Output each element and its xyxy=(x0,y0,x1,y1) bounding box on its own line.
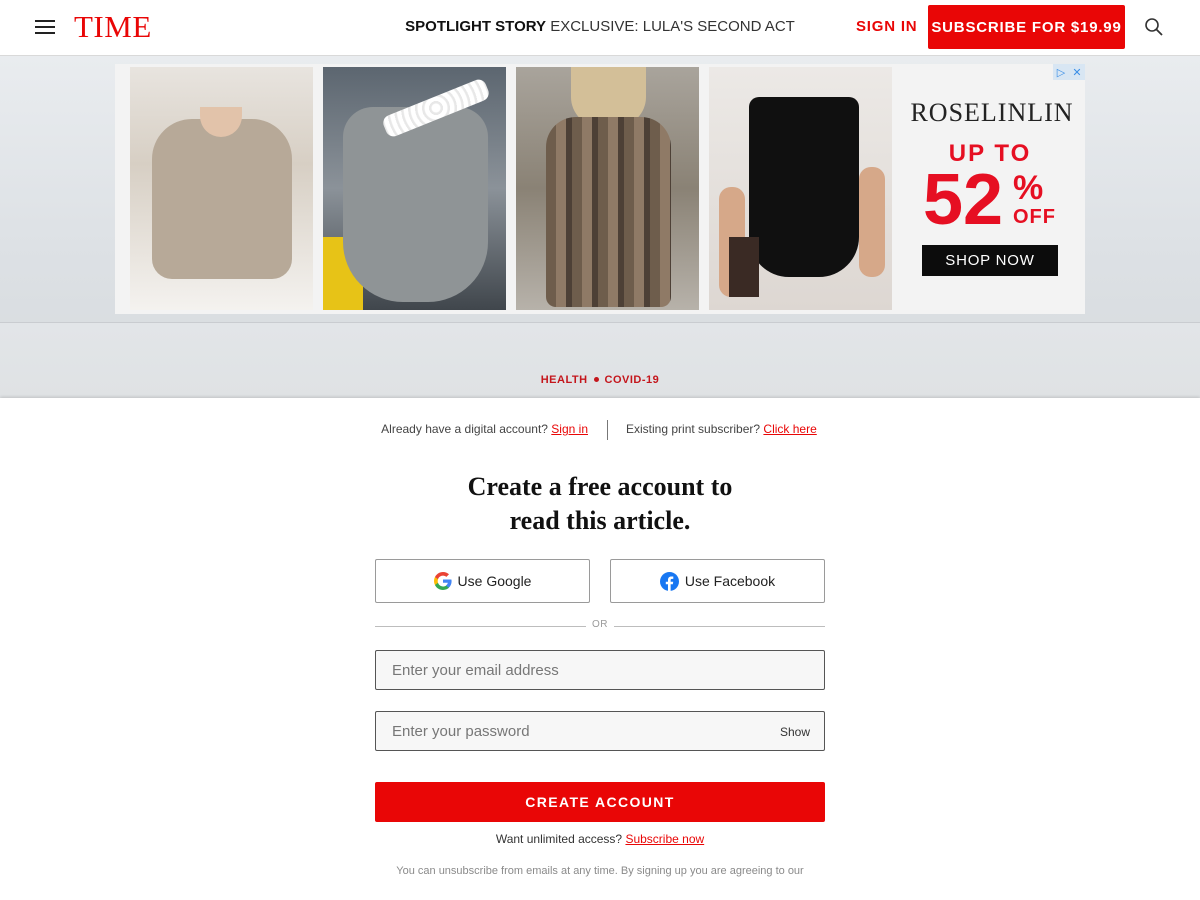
google-signup-button[interactable]: Use Google xyxy=(375,559,590,603)
or-divider: OR xyxy=(375,619,825,633)
spotlight-headline[interactable]: EXCLUSIVE: LULA'S SECOND ACT xyxy=(550,18,795,35)
category-covid[interactable]: COVID-19 xyxy=(605,374,660,386)
email-field-wrapper xyxy=(375,650,825,690)
print-subscriber-prompt: Existing print subscriber? Click here xyxy=(626,422,817,436)
ad-product-image[interactable] xyxy=(130,67,313,310)
display-ad[interactable]: ROSELINLIN UP TO 52 % OFF SHOP NOW ▷ ✕ xyxy=(115,64,1085,314)
unlimited-access-prompt: Want unlimited access? Subscribe now xyxy=(0,832,1200,846)
ad-garment-shape xyxy=(749,97,859,277)
or-label: OR xyxy=(592,619,608,630)
article-category: HEALTH COVID-19 xyxy=(0,374,1200,386)
modal-title: Create a free account to read this artic… xyxy=(0,470,1200,538)
ad-garment-shape xyxy=(729,237,759,297)
sign-in-link[interactable]: Sign in xyxy=(551,422,588,436)
modal-title-line2: read this article. xyxy=(509,506,691,535)
email-input[interactable] xyxy=(376,651,824,689)
close-icon[interactable]: ✕ xyxy=(1069,64,1085,80)
signup-modal: Already have a digital account? Sign in … xyxy=(0,398,1200,900)
ad-product-image[interactable] xyxy=(516,67,699,310)
digital-account-prompt: Already have a digital account? Sign in xyxy=(381,422,588,436)
divider xyxy=(607,420,608,440)
subscribe-button[interactable]: SUBSCRIBE FOR $19.99 xyxy=(928,5,1125,49)
click-here-link[interactable]: Click here xyxy=(763,422,816,436)
password-field-wrapper: Show xyxy=(375,711,825,751)
ad-shop-now-button[interactable]: SHOP NOW xyxy=(922,245,1058,276)
search-icon[interactable] xyxy=(1144,17,1164,37)
ad-garment-shape xyxy=(546,117,671,307)
ad-off: OFF xyxy=(1013,206,1056,228)
print-subscriber-text: Existing print subscriber? xyxy=(626,422,761,436)
header-sign-in-link[interactable]: SIGN IN xyxy=(856,18,917,35)
account-links-row: Already have a digital account? Sign in … xyxy=(0,420,1200,440)
ad-garment-shape xyxy=(152,119,292,279)
digital-account-text: Already have a digital account? xyxy=(381,422,548,436)
ad-brand-name: ROSELINLIN xyxy=(910,98,1074,127)
google-icon xyxy=(433,572,452,590)
adchoices: ▷ ✕ xyxy=(1053,64,1085,80)
category-health[interactable]: HEALTH xyxy=(541,374,588,386)
site-header: TIME SPOTLIGHT STORY EXCLUSIVE: LULA'S S… xyxy=(0,0,1200,56)
show-password-toggle[interactable]: Show xyxy=(780,725,810,739)
ad-garment-shape xyxy=(343,107,488,302)
facebook-button-label: Use Facebook xyxy=(684,573,776,589)
ad-product-image[interactable] xyxy=(709,67,892,310)
adchoices-triangle-icon[interactable]: ▷ xyxy=(1053,64,1069,80)
password-input[interactable] xyxy=(376,712,824,750)
article-background-lower xyxy=(0,322,1200,400)
or-divider-line xyxy=(614,626,825,627)
create-account-button[interactable]: CREATE ACCOUNT xyxy=(375,782,825,822)
google-button-label: Use Google xyxy=(457,573,532,589)
ad-discount-number: 52 xyxy=(923,160,1004,240)
facebook-signup-button[interactable]: Use Facebook xyxy=(610,559,825,603)
spotlight-label: SPOTLIGHT STORY xyxy=(405,18,547,35)
ad-product-image[interactable] xyxy=(323,67,506,310)
unlimited-access-text: Want unlimited access? xyxy=(495,832,623,846)
legal-text: You can unsubscribe from emails at any t… xyxy=(396,865,804,877)
subscribe-now-link[interactable]: Subscribe now xyxy=(625,832,704,846)
ad-percent: % xyxy=(1013,169,1044,207)
facebook-icon xyxy=(659,571,679,591)
modal-title-line1: Create a free account to xyxy=(467,472,733,501)
ad-garment-shape xyxy=(859,167,885,277)
category-separator-dot xyxy=(593,376,599,382)
